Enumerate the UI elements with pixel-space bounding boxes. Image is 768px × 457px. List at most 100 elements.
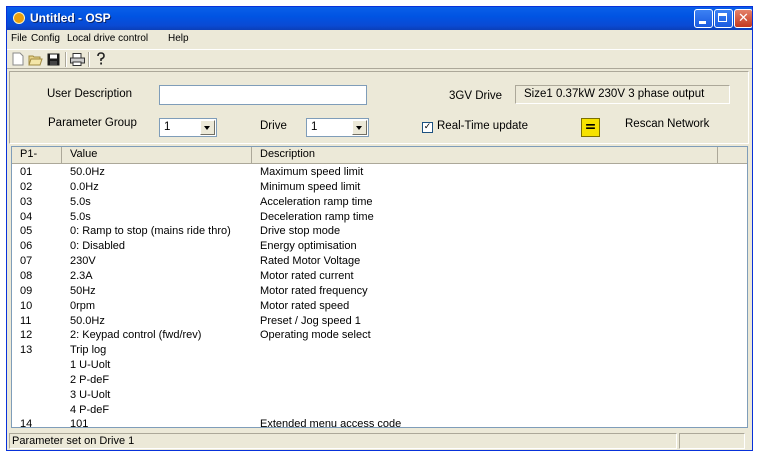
cell-parameter: 13 <box>20 344 33 357</box>
cell-parameter: 09 <box>20 284 33 297</box>
table-row[interactable]: 2 P-deF <box>12 373 747 387</box>
table-row[interactable]: 08 2.3A Motor rated current <box>12 269 747 283</box>
menu-local-drive-control[interactable]: Local drive control <box>67 33 148 44</box>
cell-value: 50.0Hz <box>70 166 105 178</box>
cell-parameter: 03 <box>20 195 33 208</box>
cell-value: 4 P-deF <box>70 403 110 416</box>
minimize-icon <box>699 21 706 24</box>
cell-parameter: 10 <box>20 299 33 312</box>
table-row[interactable]: 02 0.0Hz Minimum speed limit <box>12 180 747 194</box>
close-button[interactable]: ✕ <box>734 9 752 28</box>
menu-config[interactable]: Config <box>31 33 60 44</box>
cell-value: 50.0Hz <box>70 314 105 327</box>
table-row[interactable]: 14 101 Extended menu access code <box>12 417 747 428</box>
cell-description: Operating mode select <box>260 329 371 342</box>
table-row[interactable]: 3 U-Uolt <box>12 388 747 402</box>
cell-description: Maximum speed limit <box>260 166 364 178</box>
table-row[interactable]: 06 0: Disabled Energy optimisation <box>12 239 747 253</box>
realtime-update-label: Real-Time update <box>437 120 528 132</box>
cell-parameter: 08 <box>20 269 33 282</box>
chevron-down-icon[interactable] <box>352 120 367 135</box>
osp-app-icon <box>13 12 25 24</box>
cell-value: 2 P-deF <box>70 373 110 386</box>
menu-bar: File Config Local drive control Help <box>7 30 752 48</box>
status-pane-empty <box>679 433 745 449</box>
cell-description: Energy optimisation <box>260 240 357 253</box>
rescan-network-button[interactable]: = <box>581 118 600 137</box>
list-header: P1- Value Description <box>12 147 747 164</box>
print-icon <box>70 52 85 66</box>
chevron-down-icon[interactable] <box>200 120 215 135</box>
cell-description: Rated Motor Voltage <box>260 255 361 268</box>
drive-select[interactable]: 1 <box>306 118 369 137</box>
table-row[interactable]: 04 5.0s Deceleration ramp time <box>12 210 747 224</box>
table-row[interactable]: 10 0rpm Motor rated speed <box>12 299 747 313</box>
table-row[interactable]: 07 230V Rated Motor Voltage <box>12 254 747 268</box>
status-bar: Parameter set on Drive 1 <box>7 431 752 450</box>
column-header-description[interactable]: Description <box>252 147 718 163</box>
drive-size-field: Size1 0.37kW 230V 3 phase output <box>515 85 730 104</box>
cell-description: Deceleration ramp time <box>260 210 374 223</box>
table-row[interactable]: 12 2: Keypad control (fwd/rev) Operating m… <box>12 328 747 342</box>
title-bar[interactable]: Untitled - OSP ✕ <box>7 7 752 30</box>
rescan-network-label: Rescan Network <box>625 118 710 130</box>
cell-description: Drive stop mode <box>260 225 341 238</box>
cell-description: Motor rated frequency <box>260 284 368 297</box>
cell-value: 50Hz <box>70 284 96 297</box>
cell-value: 3 U-Uolt <box>70 388 111 401</box>
cell-value: 0rpm <box>70 299 96 312</box>
help-button[interactable] <box>92 51 109 67</box>
menu-help[interactable]: Help <box>168 33 189 44</box>
table-row[interactable]: 01 50.0Hz Maximum speed limit <box>12 165 747 179</box>
settings-panel: User Description 3GV Drive Size1 0.37kW … <box>9 71 749 144</box>
cell-description: Acceleration ramp time <box>260 195 373 208</box>
cell-value: 0.0Hz <box>70 180 99 193</box>
parameter-group-select[interactable]: 1 <box>159 118 217 137</box>
save-button[interactable] <box>45 51 62 67</box>
open-button[interactable] <box>27 51 44 67</box>
maximize-icon <box>718 13 727 22</box>
toolbar-separator <box>65 52 67 67</box>
cell-parameter: 14 <box>20 418 33 428</box>
cell-description: Preset / Jog speed 1 <box>260 314 361 327</box>
close-icon: ✕ <box>738 11 749 26</box>
table-row[interactable]: 4 P-deF <box>12 403 747 417</box>
maximize-button[interactable] <box>714 9 733 28</box>
realtime-update-checkbox[interactable]: ✓ <box>422 122 433 133</box>
menu-file[interactable]: File <box>11 33 27 44</box>
cell-value: 0: Disabled <box>70 240 126 253</box>
drive-type-label: 3GV Drive <box>449 90 503 102</box>
drive-label: Drive <box>260 120 287 132</box>
toolbar <box>7 49 752 69</box>
cell-description: Extended menu access code <box>260 418 402 428</box>
new-button[interactable] <box>9 51 26 67</box>
parameter-group-value: 1 <box>164 121 171 133</box>
minimize-button[interactable] <box>694 9 713 28</box>
parameter-list[interactable]: P1- Value Description 01 50.0Hz Maximum sp… <box>11 146 748 428</box>
column-header-value[interactable]: Value <box>62 147 252 163</box>
save-icon <box>47 53 60 65</box>
table-row[interactable]: 09 50Hz Motor rated frequency <box>12 284 747 298</box>
cell-description: Motor rated current <box>260 269 354 282</box>
cell-parameter: 07 <box>20 255 33 268</box>
cell-value: 1 U-Uolt <box>70 359 111 372</box>
table-row[interactable]: 03 5.0s Acceleration ramp time <box>12 195 747 209</box>
cell-value: 230V <box>70 255 96 268</box>
print-button[interactable] <box>69 51 86 67</box>
table-row[interactable]: 11 50.0Hz Preset / Jog speed 1 <box>12 314 747 328</box>
app-window: Untitled - OSP ✕ File Config Local drive… <box>6 6 753 451</box>
user-description-input[interactable] <box>159 85 367 105</box>
toolbar-separator <box>88 52 90 67</box>
column-header-p1[interactable]: P1- <box>12 147 62 163</box>
cell-value: 2.3A <box>70 269 93 282</box>
status-message: Parameter set on Drive 1 <box>9 433 677 449</box>
table-row[interactable]: 1 U-Uolt <box>12 358 747 372</box>
cell-value: 101 <box>70 418 89 428</box>
drive-value: 1 <box>311 121 318 133</box>
cell-parameter: 12 <box>20 329 33 342</box>
table-row[interactable]: 13 Trip log <box>12 343 747 357</box>
parameter-group-label: Parameter Group <box>48 117 137 129</box>
cell-parameter: 06 <box>20 240 33 253</box>
cell-parameter: 02 <box>20 180 33 193</box>
table-row[interactable]: 05 0: Ramp to stop (mains ride thro) Drive… <box>12 224 747 238</box>
